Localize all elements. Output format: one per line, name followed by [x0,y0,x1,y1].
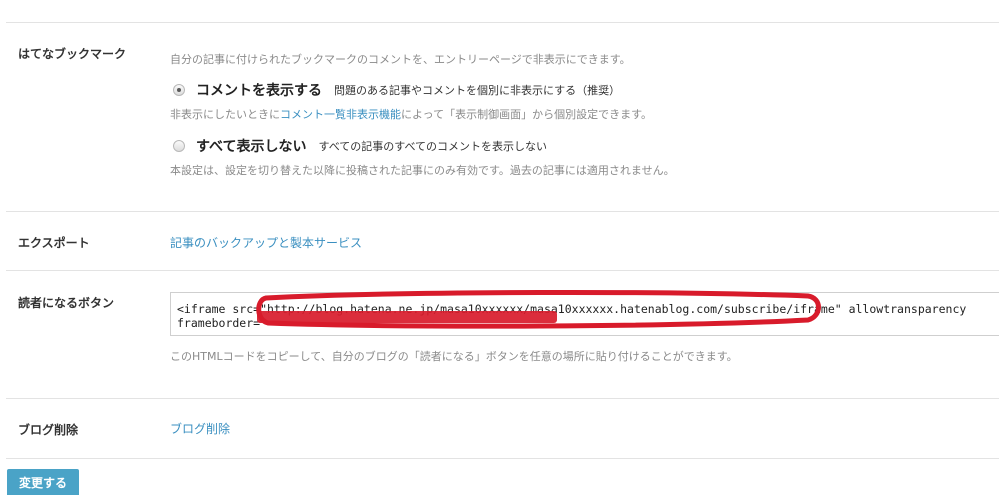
delete-label: ブログ削除 [18,423,79,437]
option-hide-title: すべて表示しない [196,139,307,155]
divider [6,270,999,271]
note-suffix: によって「表示制御画面」から個別設定できます。 [401,108,653,121]
subscribe-help: このHTMLコードをコピーして、自分のブログの「読者になる」ボタンを任意の場所に… [170,350,738,363]
option-show-note: 非表示にしたいときにコメント一覧非表示機能によって「表示制御画面」から個別設定で… [170,106,652,122]
bookmark-description: 自分の記事に付けられたブックマークのコメントを、エントリーページで非表示にできま… [170,53,631,66]
option-show-comments[interactable]: コメントを表示する 問題のある記事やコメントを個別に非表示にする（推奨） [173,80,620,100]
divider [6,211,999,212]
settings-page: はてなブックマーク 自分の記事に付けられたブックマークのコメントを、エントリーペ… [0,0,999,495]
subscribe-label: 読者になるボタン [18,296,115,310]
divider [6,458,999,459]
red-circle-annotation [256,289,821,329]
option-show-desc: 問題のある記事やコメントを個別に非表示にする（推奨） [334,84,621,97]
divider [6,398,999,399]
option-hide-desc: すべての記事のすべてのコメントを表示しない [318,140,548,153]
backup-service-link[interactable]: 記事のバックアップと製本サービス [170,234,362,251]
option-hide-all[interactable]: すべて表示しない すべての記事のすべてのコメントを表示しない [173,136,547,156]
delete-blog-link[interactable]: ブログ削除 [170,420,230,437]
code-line-2: frameborder=" [177,316,268,330]
option-hide-note: 本設定は、設定を切り替えた以降に投稿された記事にのみ有効です。過去の記事には適用… [170,164,675,177]
divider [6,22,999,23]
radio-hide-all[interactable] [173,140,185,152]
export-label: エクスポート [18,236,90,250]
note-prefix: 非表示にしたいときに [170,108,280,121]
comment-hide-feature-link[interactable]: コメント一覧非表示機能 [280,108,401,121]
radio-show-comments[interactable] [173,84,185,96]
submit-button[interactable]: 変更する [7,469,79,495]
option-show-title: コメントを表示する [196,83,322,99]
bookmark-label: はてなブックマーク [18,47,127,61]
